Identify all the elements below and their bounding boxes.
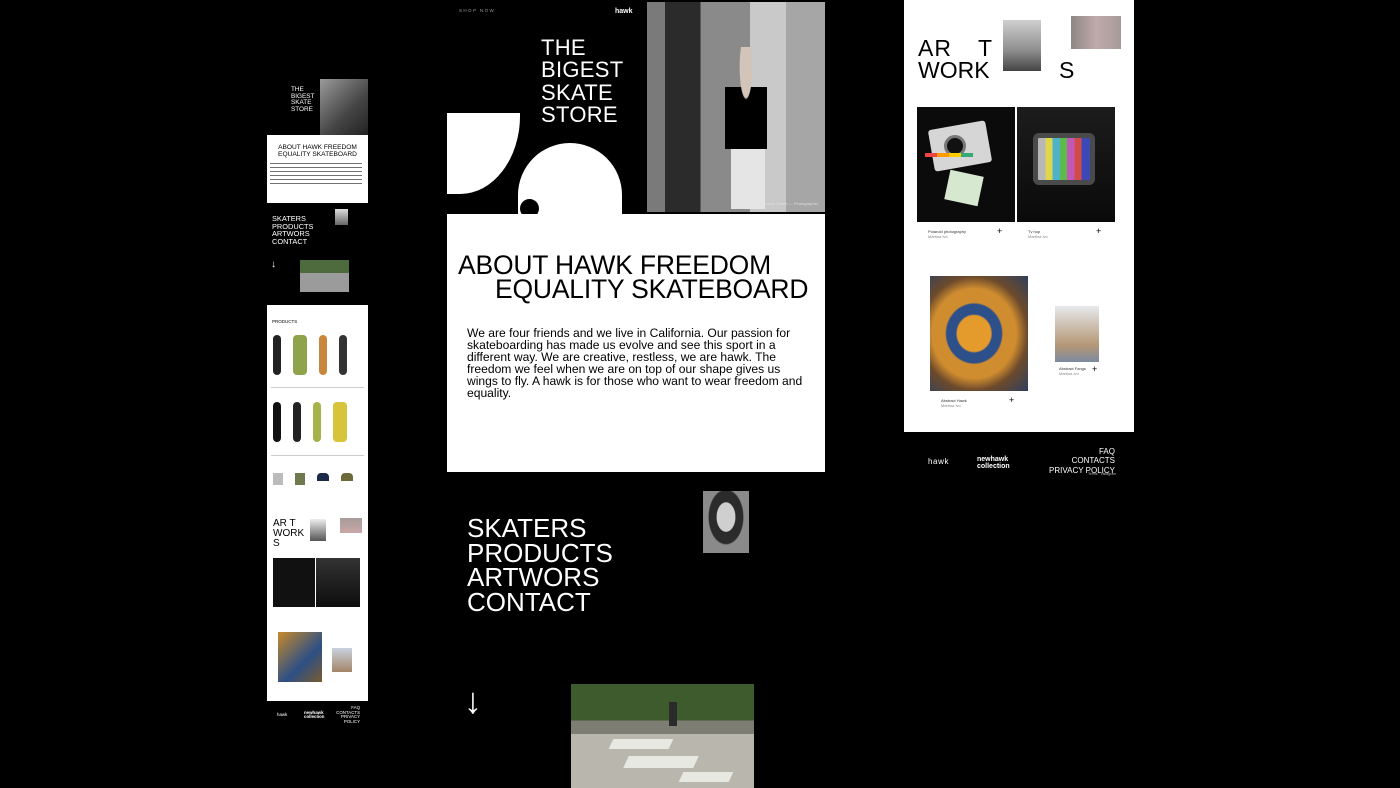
artwork-label: Tv hop Martina Ivo	[1028, 229, 1048, 239]
mini-menu: SKATERS PRODUCTS ARTWORS CONTACT	[272, 215, 313, 245]
photo-caption: Hawk Skater — Photographer	[765, 201, 819, 206]
hero-title-line: STORE	[541, 101, 618, 127]
skatepark-photo	[571, 684, 754, 788]
mini-board[interactable]	[319, 335, 327, 375]
add-artwork-plus-icon[interactable]: +	[1092, 364, 1097, 374]
artworks-section: AR T WORK S Polaroid photography Martina…	[904, 0, 1134, 432]
mini-footer-links[interactable]: FAQ CONTACTS PRIVACY POLICY	[330, 705, 360, 724]
polaroid-print	[944, 169, 984, 207]
mini-home-preview: THE BIGEST SKATE STORE ABOUT HAWK FREEDO…	[267, 79, 368, 203]
hawk-shape-dot	[520, 199, 539, 214]
mini-about-title: ABOUT HAWK FREEDOM EQUALITY SKATEBOARD	[278, 144, 357, 158]
footer-links: FAQ CONTACTS PRIVACY POLICY	[1040, 447, 1115, 475]
mini-hero-title: THE BIGEST SKATE STORE	[291, 86, 315, 113]
footer-link-faq[interactable]: FAQ	[1040, 447, 1115, 456]
menu-item-skaters[interactable]: SKATERS	[467, 515, 613, 540]
artwork-label: Abstract Fangs Martina Ivo	[1059, 366, 1086, 376]
add-artwork-plus-icon[interactable]: +	[1009, 395, 1014, 405]
mini-board[interactable]	[339, 335, 347, 375]
mini-scroll-arrow-icon[interactable]: ↓	[271, 259, 276, 270]
mini-camera-artwork[interactable]	[273, 558, 315, 607]
scroll-down-arrow-icon[interactable]: ↓	[464, 683, 482, 719]
about-paragraph: We are four friends and we live in Calif…	[467, 326, 803, 400]
mini-art-thumb	[310, 519, 326, 541]
mini-skatepark-photo	[300, 260, 349, 292]
mini-footer-logo[interactable]: hawk	[277, 712, 287, 717]
menu-item-artworks[interactable]: ARTWORS	[467, 564, 613, 589]
footer-collection-logo[interactable]: newhawk collection	[977, 456, 1010, 470]
artworks-title-s: S	[1059, 57, 1075, 83]
artworks-title-work: WORK	[918, 57, 990, 83]
main-menu: SKATERS PRODUCTS ARTWORS CONTACT	[467, 515, 613, 614]
artwork-card-abstract[interactable]	[930, 276, 1028, 391]
mini-board[interactable]	[273, 335, 281, 375]
mini-small-artwork[interactable]	[332, 648, 352, 672]
mini-apparel[interactable]	[273, 473, 283, 485]
mini-board[interactable]	[273, 402, 281, 442]
shop-now-link[interactable]: SHOP NOW	[459, 8, 495, 13]
mini-divider	[271, 455, 364, 456]
artwork-card-polaroid[interactable]	[917, 107, 1015, 222]
artwork-label: Polaroid photography Martina Ivo	[928, 229, 966, 239]
mini-divider	[271, 387, 364, 388]
tv-screen	[1033, 133, 1095, 185]
skater-portrait	[703, 491, 749, 553]
mini-products-heading: PRODUCTS	[272, 319, 298, 324]
mini-skater-portrait	[335, 209, 348, 225]
skater-silhouette	[669, 702, 677, 726]
mini-menu-item[interactable]: CONTACT	[272, 238, 313, 246]
footer-small-links[interactable]: Terms · Instagram	[1088, 472, 1116, 476]
about-title-line2: EQUALITY SKATEBOARD	[495, 274, 809, 304]
add-artwork-plus-icon[interactable]: +	[997, 226, 1002, 236]
skater-figure	[717, 47, 775, 212]
artworks-cyclist-thumb	[1003, 20, 1041, 71]
footer-link-contacts[interactable]: CONTACTS	[1040, 456, 1115, 465]
about-section: ABOUT HAWK FREEDOM EQUALITY SKATEBOARD W…	[447, 214, 825, 472]
mini-apparel[interactable]	[295, 473, 305, 485]
ramp-shape	[623, 756, 699, 768]
mini-hero-photo	[320, 79, 368, 135]
hero-section: SHOP NOW hawk Hawk Skater — Photographer…	[447, 2, 825, 214]
footer-collection-line: newhawk	[977, 456, 1009, 463]
mini-about-paragraph	[270, 163, 362, 185]
mini-art-thumb	[340, 518, 362, 533]
hawk-logo[interactable]: hawk	[615, 8, 633, 15]
hero-title-line: BIGEST	[541, 57, 624, 83]
footer-collection-line: collection	[977, 463, 1010, 470]
mini-abstract-artwork[interactable]	[278, 632, 322, 682]
ramp-shape	[678, 772, 734, 782]
artworks-painter-thumb	[1071, 16, 1121, 49]
mini-board[interactable]	[293, 335, 307, 375]
mini-artworks-title: AR T WORK S	[273, 518, 305, 549]
artwork-author: Martina Ivo	[1059, 371, 1079, 376]
hero-title: THE BIGEST SKATE STORE	[541, 35, 624, 127]
mini-apparel[interactable]	[341, 473, 353, 481]
mini-board[interactable]	[313, 402, 321, 442]
artwork-card-tv[interactable]	[1017, 107, 1115, 222]
artwork-card-small[interactable]	[1055, 306, 1099, 362]
mini-footer-collection[interactable]: newhawk collection	[304, 710, 326, 720]
mini-board-row	[273, 335, 347, 377]
mini-tv-artwork[interactable]	[316, 558, 360, 607]
hero-title-line: SKATE	[541, 79, 614, 105]
mini-board[interactable]	[293, 402, 301, 442]
mini-products-preview: PRODUCTS AR T WORK S	[267, 305, 368, 701]
hero-title-line: THE	[541, 35, 586, 60]
mini-board-row	[273, 402, 347, 444]
mini-hero: THE BIGEST SKATE STORE	[267, 79, 368, 135]
mini-apparel[interactable]	[317, 473, 329, 481]
artwork-label: Abstract Hawk Martina Ivo	[941, 398, 967, 408]
artwork-author: Martina Ivo	[941, 403, 961, 408]
camera-stripe	[925, 153, 973, 157]
mini-board[interactable]	[333, 402, 347, 442]
menu-item-contact[interactable]: CONTACT	[467, 589, 613, 614]
artwork-author: Martina Ivo	[1028, 234, 1048, 239]
hawk-shape-wing	[447, 113, 520, 194]
footer-logo[interactable]: hawk	[928, 457, 949, 466]
ramp-shape	[608, 739, 674, 749]
mini-apparel-row	[273, 473, 353, 489]
add-artwork-plus-icon[interactable]: +	[1096, 226, 1101, 236]
artwork-author: Martina Ivo	[928, 234, 948, 239]
